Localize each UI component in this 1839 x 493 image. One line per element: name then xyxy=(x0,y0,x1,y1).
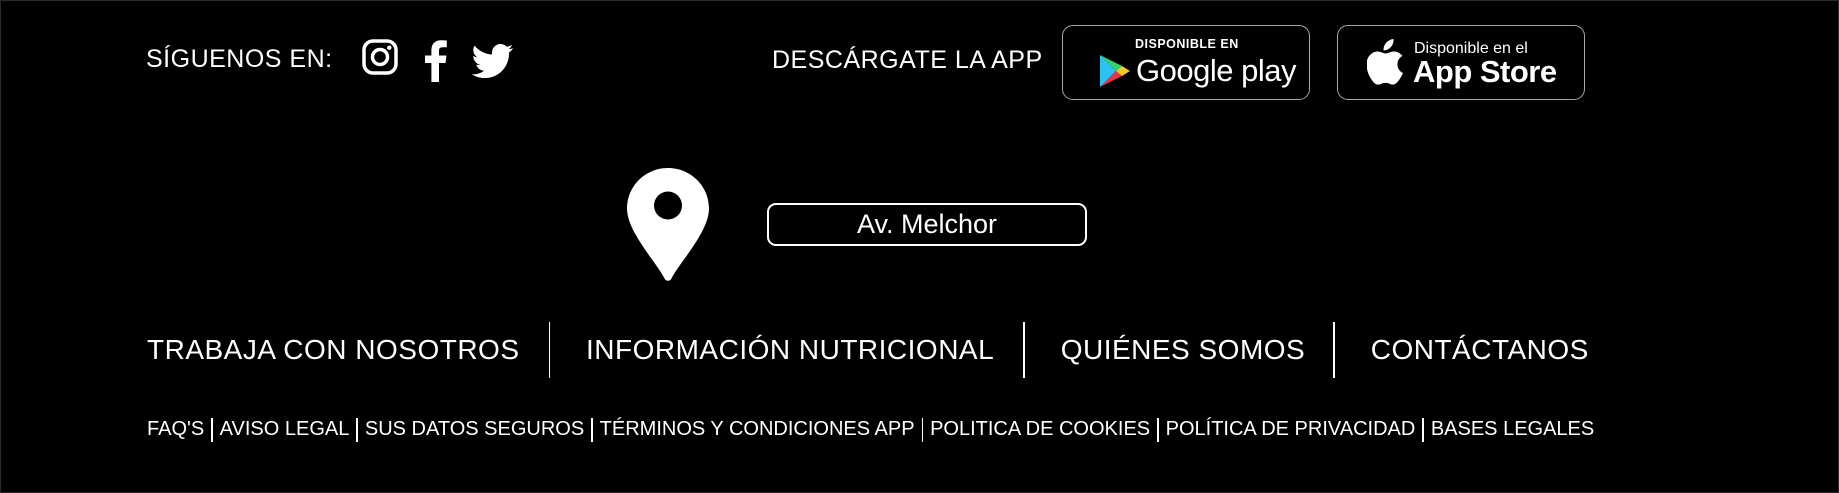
map-pin-icon xyxy=(627,168,709,287)
legal-divider xyxy=(921,417,924,442)
nav-divider xyxy=(1333,322,1335,378)
legal-divider xyxy=(1422,417,1424,442)
legal-link-privacy[interactable]: POLÍTICA DE PRIVACIDAD xyxy=(1166,418,1416,441)
legal-divider xyxy=(591,417,593,442)
apple-icon xyxy=(1367,39,1403,85)
legal-link-cookies[interactable]: POLITICA DE COOKIES xyxy=(930,418,1150,441)
download-app-label: DESCÁRGATE LA APP xyxy=(772,46,1043,74)
legal-link-data-security[interactable]: SUS DATOS SEGUROS xyxy=(365,418,584,441)
google-play-button[interactable]: DISPONIBLE EN Google play xyxy=(1062,25,1310,100)
google-play-small-text: DISPONIBLE EN xyxy=(1135,37,1239,51)
main-footer-nav: TRABAJA CON NOSOTROS INFORMACIÓN NUTRICI… xyxy=(147,322,1589,378)
nav-contact[interactable]: CONTÁCTANOS xyxy=(1371,334,1589,366)
facebook-icon[interactable] xyxy=(425,40,447,82)
address-field[interactable] xyxy=(767,203,1087,246)
legal-divider xyxy=(1157,417,1159,442)
google-play-icon xyxy=(1100,55,1130,87)
nav-divider xyxy=(548,322,550,378)
legal-link-faqs[interactable]: FAQ'S xyxy=(147,418,204,441)
nav-work-with-us[interactable]: TRABAJA CON NOSOTROS xyxy=(147,334,520,366)
twitter-icon[interactable] xyxy=(472,44,514,78)
app-store-big-text: App Store xyxy=(1413,54,1557,89)
follow-us-label: SÍGUENOS EN: xyxy=(146,45,333,73)
legal-footer-nav: FAQ'S AVISO LEGAL SUS DATOS SEGUROS TÉRM… xyxy=(147,416,1594,443)
legal-link-legal-bases[interactable]: BASES LEGALES xyxy=(1431,418,1594,441)
footer: SÍGUENOS EN: DESCÁRGATE LA APP DISPONIBL… xyxy=(0,0,1839,493)
legal-divider xyxy=(211,417,213,442)
nav-about-us[interactable]: QUIÉNES SOMOS xyxy=(1061,334,1306,366)
nav-nutritional-info[interactable]: INFORMACIÓN NUTRICIONAL xyxy=(586,334,994,366)
app-store-button[interactable]: Disponible en el App Store xyxy=(1337,25,1585,100)
google-play-big-text: Google play xyxy=(1136,53,1296,88)
legal-divider xyxy=(356,417,358,442)
legal-link-legal-notice[interactable]: AVISO LEGAL xyxy=(220,418,350,441)
legal-link-app-terms[interactable]: TÉRMINOS Y CONDICIONES APP xyxy=(600,418,915,441)
nav-divider xyxy=(1023,322,1025,378)
instagram-icon[interactable] xyxy=(362,39,398,75)
